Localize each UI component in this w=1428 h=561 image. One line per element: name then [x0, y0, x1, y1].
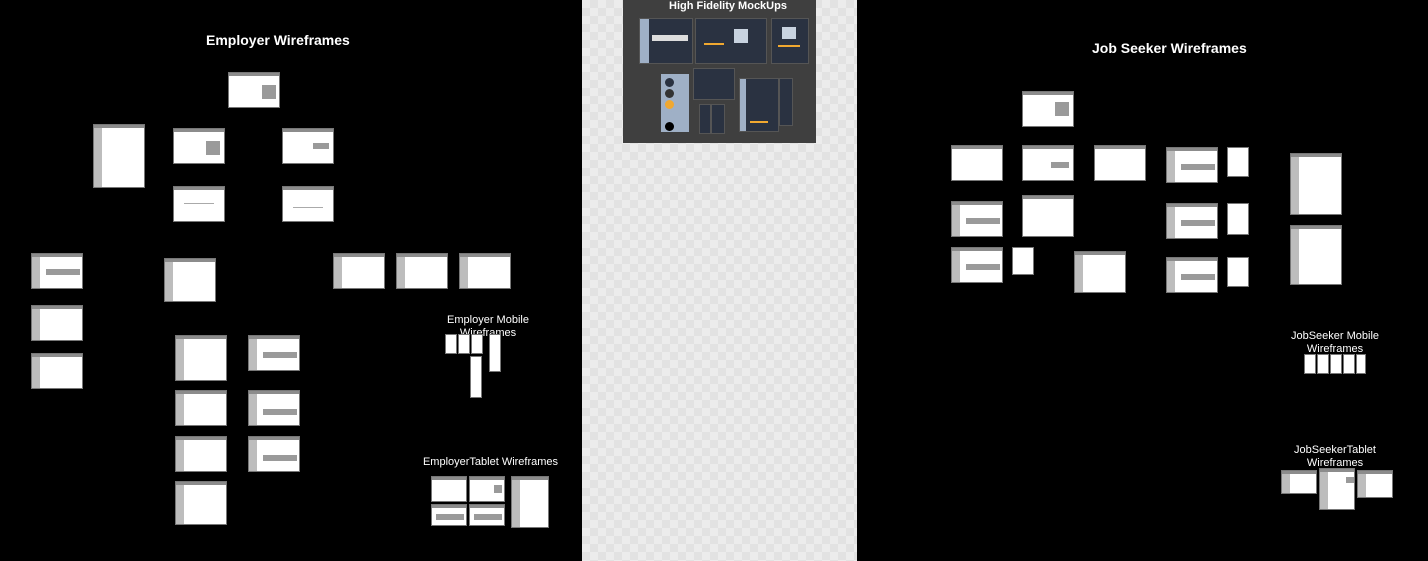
wireframe-thumbnail[interactable] — [951, 247, 1003, 283]
tablet-thumbnail[interactable] — [1357, 470, 1393, 498]
wireframe-thumbnail[interactable] — [175, 390, 227, 426]
mobile-thumbnail[interactable] — [1330, 354, 1342, 374]
mobile-thumbnail[interactable] — [1356, 354, 1366, 374]
mobile-thumbnail[interactable] — [1012, 247, 1034, 275]
jobseeker-section: Job Seeker Wireframes JobSeeker Mobile W… — [857, 0, 1428, 561]
wireframe-thumbnail[interactable] — [175, 436, 227, 472]
wireframe-thumbnail[interactable] — [1166, 203, 1218, 239]
mobile-thumbnail[interactable] — [1343, 354, 1355, 374]
tablet-thumbnail[interactable] — [469, 476, 505, 502]
mobile-thumbnail[interactable] — [1304, 354, 1316, 374]
wireframe-thumbnail[interactable] — [164, 258, 216, 302]
wireframe-thumbnail[interactable] — [1022, 195, 1074, 237]
wireframe-thumbnail[interactable] — [248, 436, 300, 472]
wireframe-thumbnail[interactable] — [93, 124, 145, 188]
mobile-thumbnail[interactable] — [489, 334, 501, 372]
mobile-thumbnail[interactable] — [458, 334, 470, 354]
wireframe-thumbnail[interactable] — [31, 353, 83, 389]
mockup-color-palette[interactable] — [661, 74, 689, 132]
wireframe-thumbnail[interactable] — [333, 253, 385, 289]
wireframe-thumbnail[interactable] — [1290, 225, 1342, 285]
employer-mobile-label: Employer Mobile Wireframes — [447, 314, 529, 339]
wireframe-thumbnail[interactable] — [951, 201, 1003, 237]
wireframe-thumbnail[interactable] — [1022, 91, 1074, 127]
wireframe-thumbnail[interactable] — [173, 128, 225, 164]
wireframe-thumbnail[interactable] — [1290, 153, 1342, 215]
mobile-thumbnail[interactable] — [1317, 354, 1329, 374]
mobile-thumbnail[interactable] — [1227, 203, 1249, 235]
mockup-screen[interactable] — [693, 68, 735, 100]
wireframe-thumbnail[interactable] — [396, 253, 448, 289]
mockup-screen[interactable] — [639, 18, 693, 64]
high-fidelity-title: High Fidelity MockUps — [669, 0, 787, 12]
mobile-thumbnail[interactable] — [1227, 147, 1249, 177]
wireframe-thumbnail[interactable] — [175, 481, 227, 525]
employer-tablet-label: EmployerTablet Wireframes — [422, 456, 559, 468]
wireframe-thumbnail[interactable] — [282, 128, 334, 164]
wireframe-thumbnail[interactable] — [1094, 145, 1146, 181]
jobseeker-tablet-label: JobSeekerTablet Wireframes — [1294, 444, 1376, 469]
wireframe-thumbnail[interactable] — [175, 335, 227, 381]
mockup-mobile[interactable] — [711, 104, 725, 134]
tablet-thumbnail[interactable] — [1319, 468, 1355, 510]
wireframe-thumbnail[interactable] — [1074, 251, 1126, 293]
wireframe-thumbnail[interactable] — [31, 305, 83, 341]
mockup-mobile[interactable] — [699, 104, 711, 134]
tablet-thumbnail[interactable] — [431, 504, 467, 526]
mobile-thumbnail[interactable] — [470, 356, 482, 398]
wireframe-thumbnail[interactable] — [282, 186, 334, 222]
jobseeker-wireframes-title: Job Seeker Wireframes — [1092, 40, 1247, 56]
employer-wireframes-title: Employer Wireframes — [206, 32, 350, 48]
high-fidelity-board[interactable]: High Fidelity MockUps — [623, 0, 816, 143]
wireframe-thumbnail[interactable] — [1166, 147, 1218, 183]
wireframe-thumbnail[interactable] — [173, 186, 225, 222]
mobile-thumbnail[interactable] — [1227, 257, 1249, 287]
tablet-thumbnail[interactable] — [469, 504, 505, 526]
employer-section: Employer Wireframes Employer Mobile Wire… — [0, 0, 582, 561]
mobile-thumbnail[interactable] — [445, 334, 457, 354]
wireframe-thumbnail[interactable] — [459, 253, 511, 289]
wireframe-thumbnail[interactable] — [951, 145, 1003, 181]
mockup-screen[interactable] — [771, 18, 809, 64]
mockup-screen[interactable] — [695, 18, 767, 64]
tablet-thumbnail[interactable] — [431, 476, 467, 502]
tablet-thumbnail[interactable] — [1281, 470, 1317, 494]
mockup-screen[interactable] — [739, 78, 779, 132]
mockup-mobile[interactable] — [779, 78, 793, 126]
wireframe-thumbnail[interactable] — [1022, 145, 1074, 181]
jobseeker-mobile-label: JobSeeker Mobile Wireframes — [1290, 330, 1380, 355]
tablet-thumbnail[interactable] — [511, 476, 549, 528]
wireframe-thumbnail[interactable] — [248, 390, 300, 426]
wireframe-thumbnail[interactable] — [228, 72, 280, 108]
wireframe-thumbnail[interactable] — [248, 335, 300, 371]
mobile-thumbnail[interactable] — [471, 334, 483, 354]
wireframe-thumbnail[interactable] — [31, 253, 83, 289]
wireframe-thumbnail[interactable] — [1166, 257, 1218, 293]
